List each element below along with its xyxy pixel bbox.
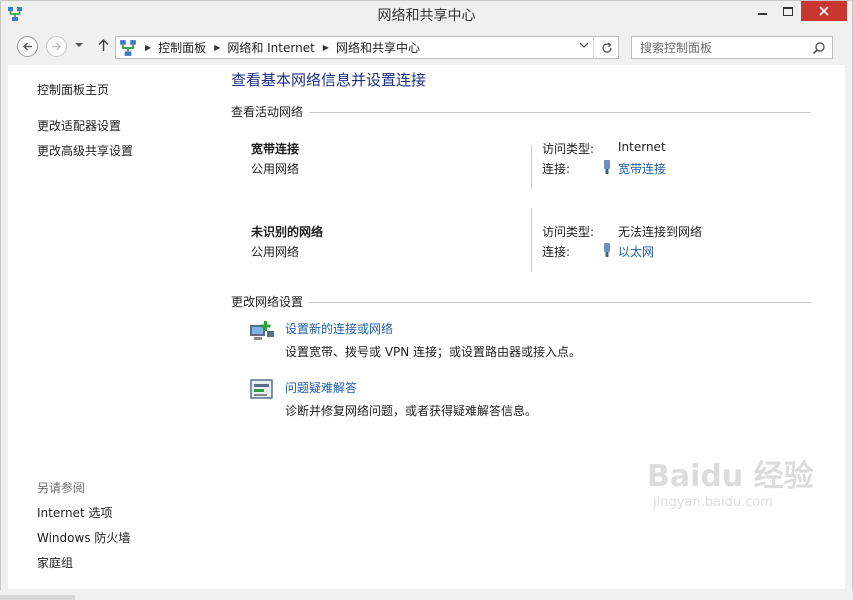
address-dropdown-button[interactable] xyxy=(579,41,593,55)
title-bar[interactable]: 网络和共享中心 xyxy=(1,1,852,27)
window-title: 网络和共享中心 xyxy=(377,8,476,24)
maximize-icon xyxy=(783,6,793,16)
navigation-bar: ▶ 控制面板 ▶ 网络和 Internet ▶ 网络和共享中心 xyxy=(1,31,852,61)
see-also-homegroup[interactable]: 家庭组 xyxy=(37,554,73,571)
chevron-down-icon xyxy=(579,42,589,48)
search-input[interactable] xyxy=(640,40,800,56)
baidu-watermark: Baidu 经验 jingyan.baidu.com xyxy=(647,451,814,521)
setup-new-connection-link[interactable]: 设置新的连接或网络 xyxy=(285,320,393,337)
connections-label: 连接: xyxy=(542,162,571,176)
arrow-left-icon xyxy=(23,42,32,51)
access-type-label: 访问类型: xyxy=(542,142,595,156)
breadcrumb-separator-icon[interactable]: ▶ xyxy=(323,43,329,52)
access-type-value: 无法连接到网络 xyxy=(618,225,703,239)
address-bar[interactable]: ▶ 控制面板 ▶ 网络和 Internet ▶ 网络和共享中心 xyxy=(115,36,619,59)
breadcrumb-network-internet[interactable]: 网络和 Internet xyxy=(227,39,314,56)
network-name: 宽带连接 xyxy=(251,142,300,156)
ethernet-connection-icon xyxy=(604,243,610,257)
search-box[interactable] xyxy=(631,36,833,59)
change-settings-heading: 更改网络设置 xyxy=(231,293,310,310)
breadcrumb-separator-icon[interactable]: ▶ xyxy=(145,43,151,52)
up-button[interactable] xyxy=(95,38,111,54)
arrow-up-icon xyxy=(97,38,109,51)
sidebar-change-adapter-settings[interactable]: 更改适配器设置 xyxy=(37,117,121,134)
section-divider xyxy=(231,112,811,113)
minimize-icon xyxy=(757,13,767,15)
breadcrumb-control-panel[interactable]: 控制面板 xyxy=(158,39,206,56)
connections-label: 连接: xyxy=(542,245,571,259)
network-divider xyxy=(531,208,532,272)
section-divider xyxy=(231,302,811,303)
bottom-edge xyxy=(0,590,853,600)
maximize-button[interactable] xyxy=(775,1,801,21)
see-also-windows-firewall[interactable]: Windows 防火墙 xyxy=(37,529,130,546)
minimize-button[interactable] xyxy=(749,1,775,21)
window: 网络和共享中心 ▶ 控制面板 ▶ 网络和 Internet ▶ 网络和共享中心 … xyxy=(0,0,853,600)
page-title: 查看基本网络信息并设置连接 xyxy=(231,71,427,89)
active-networks-heading: 查看活动网络 xyxy=(231,103,310,120)
broadband-connection-link[interactable]: 宽带连接 xyxy=(618,160,666,177)
sidebar-control-panel-home[interactable]: 控制面板主页 xyxy=(37,81,109,98)
troubleshoot-problems-description: 诊断并修复网络问题，或者获得疑难解答信息。 xyxy=(285,404,538,418)
network-divider xyxy=(531,145,532,189)
back-button[interactable] xyxy=(17,36,38,57)
see-also-label: 另请参阅 xyxy=(37,481,86,495)
new-connection-icon xyxy=(250,321,274,340)
network-name: 未识别的网络 xyxy=(251,225,324,239)
watermark-url: jingyan.baidu.com xyxy=(653,495,773,510)
watermark-logo: Baidu 经验 xyxy=(647,459,814,494)
close-button[interactable] xyxy=(801,1,847,21)
refresh-button[interactable] xyxy=(593,36,619,59)
ethernet-connection-link[interactable]: 以太网 xyxy=(618,243,654,260)
troubleshoot-problems-link[interactable]: 问题疑难解答 xyxy=(285,379,357,396)
refresh-icon xyxy=(601,41,612,53)
broadband-connection-icon xyxy=(604,160,610,174)
see-also-internet-options[interactable]: Internet 选项 xyxy=(37,504,112,521)
breadcrumb-network-sharing-center[interactable]: 网络和共享中心 xyxy=(336,39,420,56)
access-type-label: 访问类型: xyxy=(542,225,595,239)
recent-locations-button[interactable] xyxy=(75,41,85,51)
forward-button[interactable] xyxy=(46,36,67,57)
control-panel-icon xyxy=(120,39,136,56)
chevron-down-icon xyxy=(75,43,83,47)
sidebar-change-advanced-sharing[interactable]: 更改高级共享设置 xyxy=(37,142,133,159)
troubleshoot-icon xyxy=(250,379,273,399)
network-type[interactable]: 公用网络 xyxy=(251,243,299,260)
breadcrumb-separator-icon[interactable]: ▶ xyxy=(214,43,220,52)
access-type-value: Internet xyxy=(618,140,666,154)
bottom-tab xyxy=(0,595,75,600)
network-type[interactable]: 公用网络 xyxy=(251,160,299,177)
close-icon xyxy=(819,6,829,16)
search-icon[interactable] xyxy=(812,41,826,55)
arrow-right-icon xyxy=(52,42,61,51)
setup-new-connection-description: 设置宽带、拨号或 VPN 连接；或设置路由器或接入点。 xyxy=(285,345,582,359)
